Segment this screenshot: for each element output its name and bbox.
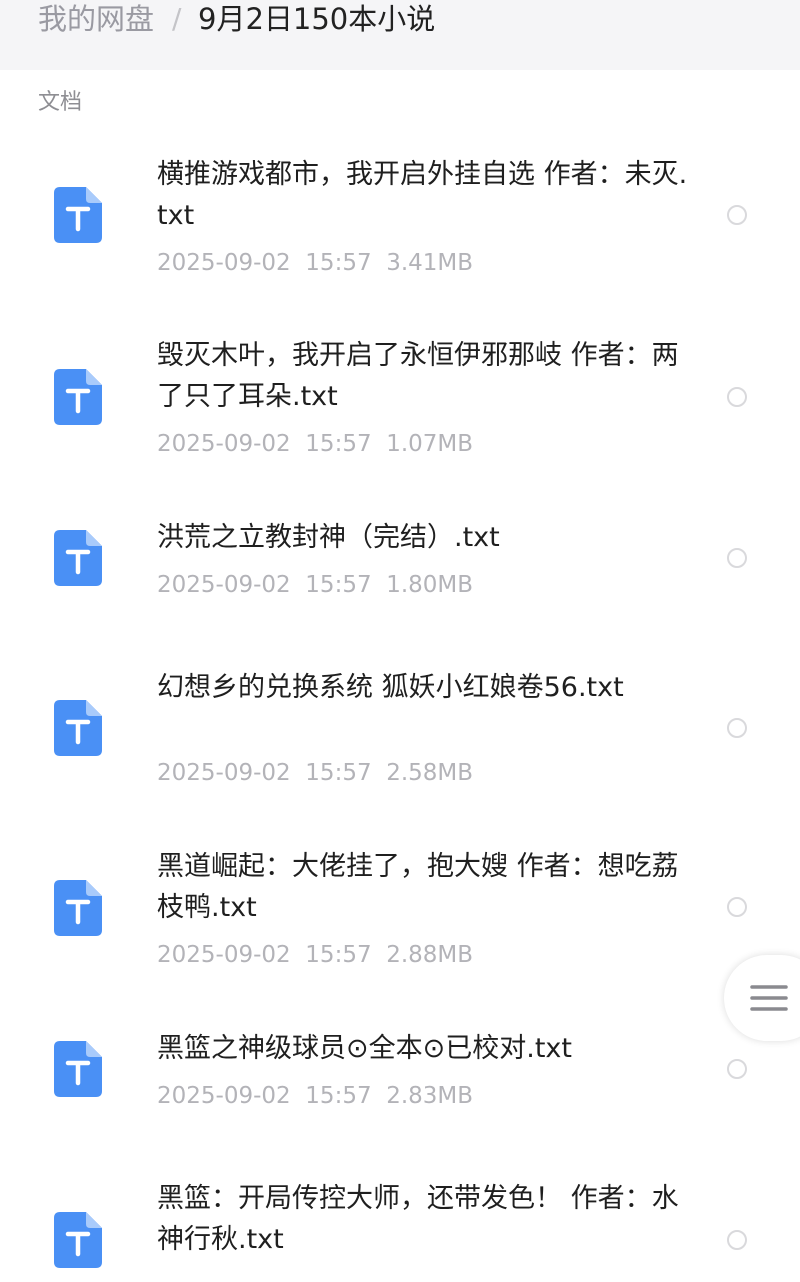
file-name: 幻想乡的兑换系统 狐妖小红娘卷56.txt — [157, 672, 624, 703]
file-time: 15:57 — [305, 760, 372, 786]
file-name: 黑篮之神级球员⊙全本⊙已校对.txt — [157, 1033, 572, 1064]
file-name: 洪荒之立教封神（完结）.txt — [157, 522, 500, 553]
file-size: 2.58MB — [386, 760, 474, 786]
file-date: 2025-09-02 — [157, 760, 291, 786]
file-meta: 2025-09-02 15:57 2.88MB — [157, 939, 473, 971]
select-radio[interactable] — [727, 548, 747, 568]
file-size: 1.07MB — [386, 431, 474, 457]
file-meta: 2025-09-02 15:57 2.58MB — [157, 757, 473, 789]
txt-file-icon — [54, 700, 102, 756]
file-list: 横推游戏都市，我开启外挂自选 作者：未灭.txt 2025-09-02 15:5… — [0, 0, 800, 1282]
floating-menu-button[interactable] — [724, 955, 800, 1041]
file-meta: 2025-09-02 15:57 2.83MB — [157, 1080, 473, 1112]
select-radio[interactable] — [727, 205, 747, 225]
file-time: 15:57 — [305, 942, 372, 968]
file-size: 3.41MB — [386, 250, 474, 276]
hamburger-menu-icon — [750, 985, 788, 1011]
file-date: 2025-09-02 — [157, 431, 291, 457]
txt-file-icon — [54, 1041, 102, 1097]
txt-file-icon — [54, 1212, 102, 1268]
select-radio[interactable] — [727, 718, 747, 738]
file-time: 15:57 — [305, 572, 372, 598]
select-radio[interactable] — [727, 387, 747, 407]
file-date: 2025-09-02 — [157, 250, 291, 276]
txt-file-icon — [54, 530, 102, 586]
file-date: 2025-09-02 — [157, 942, 291, 968]
txt-file-icon — [54, 880, 102, 936]
file-time: 15:57 — [305, 250, 372, 276]
file-meta: 2025-09-02 15:57 1.07MB — [157, 428, 473, 460]
file-meta: 2025-09-02 15:57 3.41MB — [157, 247, 473, 279]
file-name: 横推游戏都市，我开启外挂自选 作者：未灭.txt — [157, 159, 688, 231]
file-size: 2.88MB — [386, 942, 474, 968]
file-time: 15:57 — [305, 1083, 372, 1109]
file-name: 黑篮：开局传控大师，还带发色！ 作者：水神行秋.txt — [157, 1183, 679, 1255]
file-name: 毁灭木叶，我开启了永恒伊邪那岐 作者：两了只了耳朵.txt — [157, 340, 679, 412]
select-radio[interactable] — [727, 897, 747, 917]
file-date: 2025-09-02 — [157, 572, 291, 598]
file-meta: 2025-09-02 15:57 1.80MB — [157, 569, 473, 601]
file-date: 2025-09-02 — [157, 1083, 291, 1109]
file-time: 15:57 — [305, 431, 372, 457]
select-radio[interactable] — [727, 1230, 747, 1250]
file-name: 黑道崛起：大佬挂了，抱大嫂 作者：想吃荔枝鸭.txt — [157, 851, 679, 923]
file-size: 2.83MB — [386, 1083, 474, 1109]
txt-file-icon — [54, 369, 102, 425]
txt-file-icon — [54, 187, 102, 243]
file-size: 1.80MB — [386, 572, 474, 598]
select-radio[interactable] — [727, 1059, 747, 1079]
